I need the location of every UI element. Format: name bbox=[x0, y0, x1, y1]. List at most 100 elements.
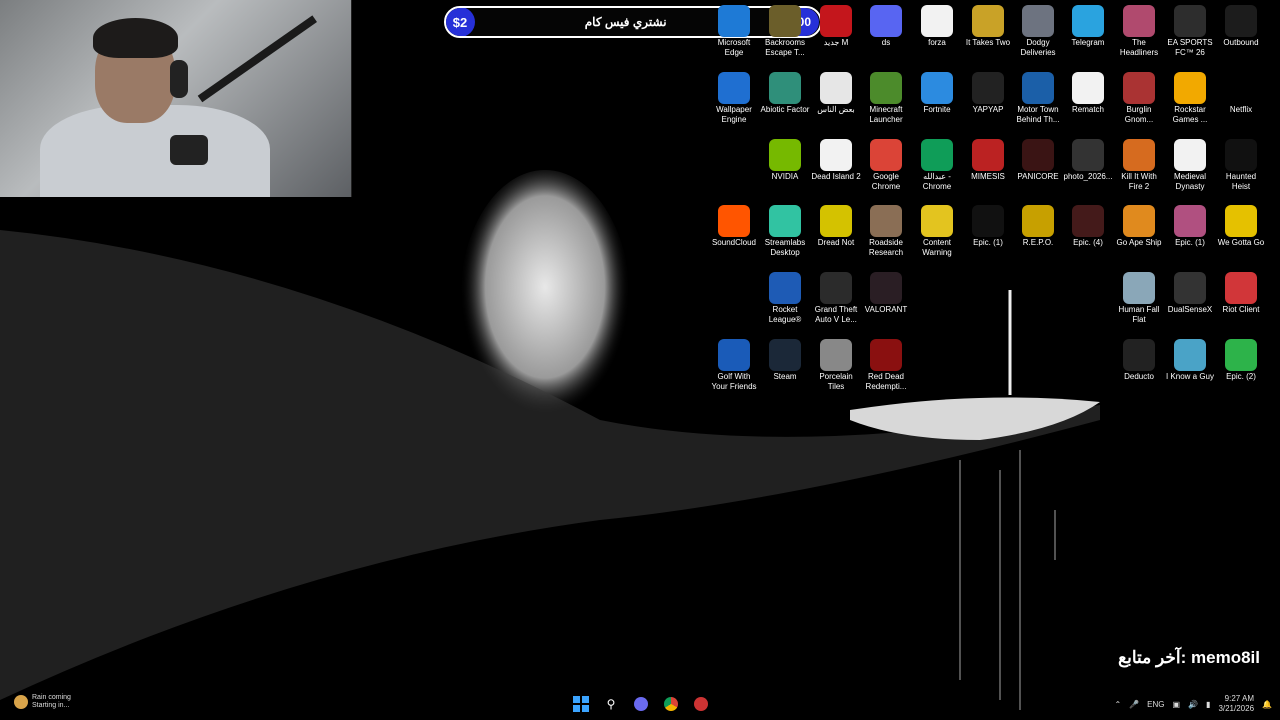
desktop-icon-repo[interactable]: R.E.P.O. bbox=[1013, 205, 1063, 248]
chrome-icon bbox=[870, 139, 902, 171]
desktop-icon-rdr[interactable]: Red Dead Redempti... bbox=[861, 339, 911, 392]
notification-icon[interactable]: 🔔 bbox=[1262, 700, 1272, 709]
desktop-icon-wallpaperengine[interactable]: Wallpaper Engine bbox=[709, 72, 759, 125]
desktop-icon-motortown[interactable]: Motor Town Behind Th... bbox=[1013, 72, 1063, 125]
edge-icon bbox=[718, 5, 750, 37]
desktop-icon-deducto[interactable]: Deducto bbox=[1114, 339, 1164, 382]
desktop-icon-dualsense[interactable]: DualSenseX bbox=[1165, 272, 1215, 315]
language-indicator[interactable]: ENG bbox=[1147, 700, 1164, 709]
desktop-icon-rematch[interactable]: Rematch bbox=[1063, 72, 1113, 115]
taskbar-app-1[interactable] bbox=[630, 693, 652, 715]
time: 9:27 AM bbox=[1224, 694, 1255, 703]
desktop-icon-golf[interactable]: Golf With Your Friends bbox=[709, 339, 759, 392]
desktop-icon-yapyap[interactable]: YAPYAP bbox=[963, 72, 1013, 115]
desktop-icon-riot[interactable]: Riot Client bbox=[1216, 272, 1266, 315]
chrome-icon bbox=[664, 697, 678, 711]
desktop-icon-hauntedheist[interactable]: Haunted Heist bbox=[1216, 139, 1266, 192]
desktop-icon-label: Dead Island 2 bbox=[811, 172, 861, 181]
desktop-icon-medieval[interactable]: Medieval Dynasty bbox=[1165, 139, 1215, 192]
acrobat-icon bbox=[820, 5, 852, 37]
desktop-icon-label: NVIDIA bbox=[771, 172, 799, 181]
windows-icon bbox=[573, 696, 589, 712]
mic-icon[interactable]: 🎤 bbox=[1129, 700, 1139, 709]
desktop-icon-ittakestwo[interactable]: It Takes Two bbox=[963, 5, 1013, 48]
desktop-icon-porcelain[interactable]: Porcelain Tiles bbox=[811, 339, 861, 392]
battery-icon[interactable]: ▮ bbox=[1206, 700, 1210, 709]
desktop-icon-dreadnot[interactable]: Dread Not bbox=[811, 205, 861, 248]
desktop-icon-label: Streamlabs Desktop bbox=[764, 238, 806, 257]
desktop-icon-rockstar[interactable]: Rockstar Games ... bbox=[1165, 72, 1215, 125]
desktop-icon-forza[interactable]: forza bbox=[912, 5, 962, 48]
desktop-icon-valorant[interactable]: VALORANT bbox=[861, 272, 911, 315]
discord-icon bbox=[870, 5, 902, 37]
desktop-icon-outbound[interactable]: Outbound bbox=[1216, 5, 1266, 48]
game-icon bbox=[972, 139, 1004, 171]
backrooms-icon bbox=[769, 5, 801, 37]
desktop-icon-wegottago[interactable]: We Gotta Go bbox=[1216, 205, 1266, 248]
desktop-icon-label: forza bbox=[928, 38, 946, 47]
desktop-icon-label: The Headliners bbox=[1119, 38, 1159, 57]
volume-icon[interactable]: 🔊 bbox=[1188, 700, 1198, 709]
desktop-icon-abiotic[interactable]: Abiotic Factor bbox=[760, 72, 810, 115]
search-button[interactable]: ⚲ bbox=[600, 693, 622, 715]
desktop-icon-burglin[interactable]: Burglin Gnom... bbox=[1114, 72, 1164, 125]
desktop-icon-photo[interactable]: photo_2026... bbox=[1063, 139, 1113, 182]
game-icon bbox=[870, 339, 902, 371]
desktop-icon-steam[interactable]: Steam bbox=[760, 339, 810, 382]
desktop-icon-mimesis[interactable]: MIMESIS bbox=[963, 139, 1013, 182]
desktop-icon-goape[interactable]: Go Ape Ship bbox=[1114, 205, 1164, 248]
desktop-icon-file_ar[interactable]: بعض الناس bbox=[811, 72, 861, 115]
desktop-icon-label: Content Warning bbox=[922, 238, 952, 257]
desktop-icon-label: Burglin Gnom... bbox=[1124, 105, 1154, 124]
desktop-icon-backrooms[interactable]: Backrooms Escape T... bbox=[760, 5, 810, 58]
network-icon[interactable]: ▣ bbox=[1173, 700, 1181, 709]
desktop-icon-dodgy[interactable]: Dodgy Deliveries bbox=[1013, 5, 1063, 58]
soundcloud-icon bbox=[718, 205, 750, 237]
desktop-icon-chrome[interactable]: Google Chrome bbox=[861, 139, 911, 192]
desktop-icon-minecraft[interactable]: Minecraft Launcher bbox=[861, 72, 911, 125]
desktop-icon-label: Epic. (2) bbox=[1226, 372, 1256, 381]
golf-icon bbox=[718, 339, 750, 371]
search-icon: ⚲ bbox=[606, 697, 616, 711]
desktop-icon-nvidia[interactable]: NVIDIA bbox=[760, 139, 810, 182]
desktop-icon-panicore[interactable]: PANICORE bbox=[1013, 139, 1063, 182]
desktop-icon-killitwithfire[interactable]: Kill It With Fire 2 bbox=[1114, 139, 1164, 192]
desktop-icon-easports[interactable]: EA SPORTS FC™ 26 bbox=[1165, 5, 1215, 58]
file-icon bbox=[921, 5, 953, 37]
desktop-icon-roadside[interactable]: Roadside Research bbox=[861, 205, 911, 258]
desktop-icon-epic4[interactable]: Epic. (4) bbox=[1063, 205, 1113, 248]
game-icon bbox=[1022, 205, 1054, 237]
desktop-icon-label: Telegram bbox=[1071, 38, 1105, 47]
chevron-up-icon[interactable]: ⌃ bbox=[1114, 700, 1121, 709]
desktop-icon-acrobat[interactable]: جديد M bbox=[811, 5, 861, 48]
desktop-icon-soundcloud[interactable]: SoundCloud bbox=[709, 205, 759, 248]
desktop-icon-headliners[interactable]: The Headliners bbox=[1114, 5, 1164, 58]
desktop-icon-streamlabs[interactable]: Streamlabs Desktop bbox=[760, 205, 810, 258]
desktop-icon-label: Red Dead Redempti... bbox=[865, 372, 907, 391]
desktop-icon-epic1b[interactable]: Epic. (1) bbox=[1165, 205, 1215, 248]
rocket-league-icon bbox=[769, 272, 801, 304]
desktop-icon-discord[interactable]: ds bbox=[861, 5, 911, 48]
taskbar-chrome[interactable] bbox=[660, 693, 682, 715]
desktop-icon-epic2[interactable]: Epic. (2) bbox=[1216, 339, 1266, 382]
desktop-icon-iknowaguy[interactable]: I Know a Guy bbox=[1165, 339, 1215, 382]
desktop-icon-edge[interactable]: Microsoft Edge bbox=[709, 5, 759, 58]
desktop-icon-netflix[interactable]: Netflix bbox=[1216, 72, 1266, 115]
desktop-icon-deadisland[interactable]: Dead Island 2 bbox=[811, 139, 861, 182]
taskbar-app-3[interactable] bbox=[690, 693, 712, 715]
desktop-icon-contentwarning[interactable]: Content Warning bbox=[912, 205, 962, 258]
desktop-icon-fortnite[interactable]: Fortnite bbox=[912, 72, 962, 115]
start-button[interactable] bbox=[570, 693, 592, 715]
desktop-icon-humanfall[interactable]: Human Fall Flat bbox=[1114, 272, 1164, 325]
rockstar-icon bbox=[1174, 72, 1206, 104]
desktop-icon-chrome2[interactable]: عبدالله - Chrome bbox=[912, 139, 962, 192]
game-icon bbox=[1022, 5, 1054, 37]
desktop-icon-rocketleague[interactable]: Rocket League® bbox=[760, 272, 810, 325]
desktop-icon-label: photo_2026... bbox=[1063, 172, 1113, 181]
minecraft-icon bbox=[870, 72, 902, 104]
desktop-icon-telegram[interactable]: Telegram bbox=[1063, 5, 1113, 48]
weather-widget[interactable]: Rain coming Starting in... bbox=[14, 694, 71, 710]
desktop-icon-epic1[interactable]: Epic. (1) bbox=[963, 205, 1013, 248]
desktop-icon-gta[interactable]: Grand Theft Auto V Le... bbox=[811, 272, 861, 325]
clock[interactable]: 9:27 AM 3/21/2026 bbox=[1218, 694, 1254, 714]
